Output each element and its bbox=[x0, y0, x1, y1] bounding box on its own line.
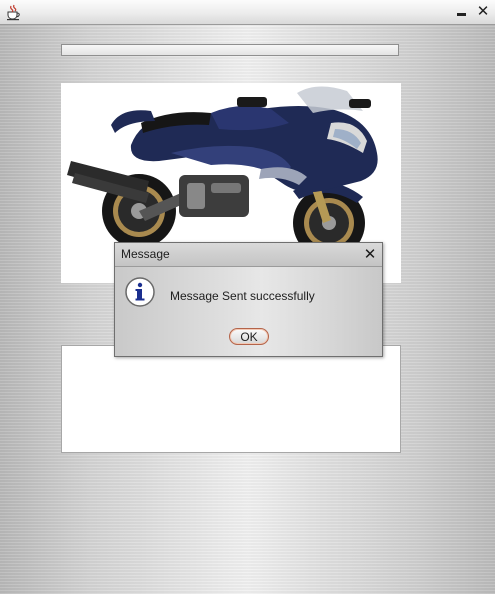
close-button[interactable]: ✕ bbox=[474, 2, 492, 20]
java-cup-icon bbox=[7, 4, 20, 21]
info-icon bbox=[125, 277, 155, 307]
message-dialog: Message ✕ Message Sent successfully OK bbox=[114, 242, 383, 357]
dialog-close-button[interactable]: ✕ bbox=[362, 245, 378, 263]
dialog-message: Message Sent successfully bbox=[170, 289, 315, 303]
close-icon: ✕ bbox=[476, 2, 490, 20]
app-window: ✕ Message ✕ Message Sent successfully OK bbox=[0, 0, 495, 594]
progress-bar bbox=[61, 44, 399, 56]
ok-button[interactable]: OK bbox=[229, 328, 269, 345]
minimize-button[interactable] bbox=[452, 2, 470, 20]
window-titlebar[interactable]: ✕ bbox=[0, 0, 495, 25]
output-panel bbox=[61, 345, 401, 453]
dialog-titlebar[interactable]: Message ✕ bbox=[115, 243, 382, 267]
dialog-title: Message bbox=[121, 247, 170, 261]
minimize-icon bbox=[457, 13, 466, 16]
